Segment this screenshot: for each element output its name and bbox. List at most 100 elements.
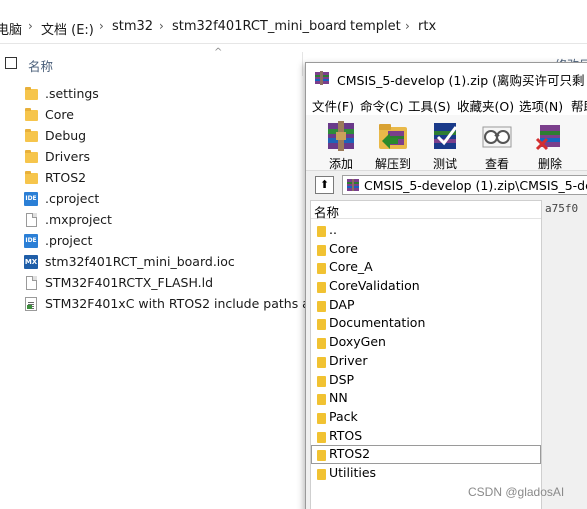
list-item[interactable]: DoxyGen — [311, 333, 541, 352]
item-name: NN — [329, 390, 348, 406]
folder-icon — [317, 431, 326, 443]
folder-icon — [317, 244, 326, 256]
item-name: Documentation — [329, 315, 426, 331]
winrar-logo-icon — [315, 71, 329, 85]
folder-icon — [317, 282, 326, 294]
file-name: Debug — [45, 128, 87, 143]
folder-icon — [25, 108, 38, 121]
delete-button[interactable]: 删除 — [522, 117, 578, 171]
hex-preview: a75f0 — [545, 202, 579, 215]
list-item[interactable]: CoreValidation — [311, 277, 541, 296]
sort-up-icon: ^ — [214, 47, 223, 58]
list-item[interactable]: DAP — [311, 296, 541, 315]
item-name: RTOS2 — [329, 446, 371, 462]
list-item[interactable]: Core — [311, 240, 541, 259]
list-item[interactable]: Debug — [22, 126, 322, 147]
select-all-checkbox[interactable] — [5, 57, 17, 69]
chevron-right-icon[interactable]: › — [337, 19, 342, 33]
item-name: .. — [329, 222, 337, 237]
path-field[interactable]: CMSIS_5-develop (1).zip\CMSIS_5-deve — [342, 175, 587, 195]
list-item[interactable]: Driver — [311, 352, 541, 371]
breadcrumb-item[interactable]: rtx — [418, 19, 436, 34]
item-name: Driver — [329, 352, 368, 368]
chevron-right-icon[interactable]: › — [28, 19, 33, 33]
menu-help[interactable]: 帮助 — [571, 96, 587, 115]
list-item[interactable]: .. — [311, 221, 541, 240]
chevron-right-icon[interactable]: › — [405, 19, 410, 33]
list-item-selected[interactable]: RTOS2 — [311, 445, 541, 464]
chevron-right-icon[interactable]: › — [159, 19, 164, 33]
watermark: CSDN @gladosAI — [468, 485, 565, 499]
breadcrumb-item[interactable]: templet — [350, 19, 401, 34]
up-folder-button[interactable]: ⬆ — [315, 176, 334, 194]
file-name: stm32f401RCT_mini_board.ioc — [45, 254, 235, 269]
comment-panel: a75f0 — [542, 200, 587, 509]
find-button[interactable] — [574, 117, 587, 171]
list-item[interactable]: IDE .project — [22, 231, 322, 252]
extract-to-button[interactable]: 解压到 — [365, 117, 421, 171]
chevron-right-icon[interactable]: › — [99, 19, 104, 33]
file-name: Drivers — [45, 149, 90, 164]
list-item[interactable]: Core — [22, 105, 322, 126]
item-name: DSP — [329, 371, 355, 387]
file-icon — [26, 276, 37, 290]
folder-icon — [317, 450, 326, 462]
column-name-header[interactable]: 名称 — [28, 56, 53, 75]
folder-icon — [317, 412, 326, 424]
list-item[interactable]: STM32F401xC with RTOS2 include paths and — [22, 294, 326, 315]
menu-file[interactable]: 文件(F) — [312, 96, 354, 115]
mx-file-icon: MX — [24, 255, 38, 269]
test-button[interactable]: 测试 — [417, 117, 473, 171]
test-archive-icon — [434, 123, 458, 149]
item-name: DoxyGen — [329, 334, 386, 350]
list-item[interactable]: Drivers — [22, 147, 322, 168]
breadcrumb-item[interactable]: stm32f401RCT_mini_board — [172, 19, 347, 34]
menu-favorites[interactable]: 收藏夹(O) — [457, 96, 514, 115]
title-bar[interactable]: CMSIS_5-develop (1).zip (离购买许可只剩 18 — [306, 63, 587, 93]
file-list: .settings Core Debug Drivers RTOS2 IDE .… — [22, 84, 326, 315]
menu-command[interactable]: 命令(C) — [360, 96, 403, 115]
file-name: RTOS2 — [45, 170, 87, 185]
list-header[interactable]: 名称 — [311, 201, 541, 221]
view-button[interactable]: 查看 — [469, 117, 525, 171]
breadcrumb[interactable]: 电脑 › 文档 (E:) › stm32 › stm32f401RCT_mini… — [0, 10, 587, 44]
folder-icon — [25, 171, 38, 184]
list-item[interactable]: STM32F401RCTX_FLASH.ld — [22, 273, 322, 294]
list-item[interactable]: .mxproject — [22, 210, 322, 231]
list-item[interactable]: MX stm32f401RCT_mini_board.ioc — [22, 252, 322, 273]
list-item[interactable]: DSP — [311, 371, 541, 390]
menu-options[interactable]: 选项(N) — [519, 96, 563, 115]
list-item[interactable]: NN — [311, 389, 541, 408]
menu-tools[interactable]: 工具(S) — [408, 96, 451, 115]
list-item[interactable]: Core_A — [311, 258, 541, 277]
folder-icon — [317, 319, 326, 331]
folder-icon — [25, 129, 38, 142]
archive-file-list: 名称 .. Core Core_A CoreValidation DAP Doc… — [310, 200, 542, 509]
list-item[interactable]: RTOS — [311, 427, 541, 446]
folder-icon — [317, 356, 326, 368]
winrar-window[interactable]: CMSIS_5-develop (1).zip (离购买许可只剩 18 文件(F… — [305, 62, 587, 509]
extract-to-label: 解压到 — [374, 157, 411, 171]
breadcrumb-item[interactable]: stm32 — [112, 19, 153, 34]
list-item[interactable]: RTOS2 — [22, 168, 322, 189]
file-name: .settings — [45, 86, 99, 101]
ide-file-icon: IDE — [24, 192, 38, 206]
list-item[interactable]: .settings — [22, 84, 322, 105]
list-item[interactable]: Utilities — [311, 464, 541, 483]
folder-icon — [25, 87, 38, 100]
column-name-header[interactable]: 名称 — [314, 202, 339, 221]
column-divider[interactable] — [302, 52, 303, 76]
list-item[interactable]: Documentation — [311, 314, 541, 333]
text-file-icon — [25, 297, 37, 311]
list-item[interactable]: IDE .cproject — [22, 189, 322, 210]
file-name: STM32F401RCTX_FLASH.ld — [45, 275, 214, 290]
file-name: .cproject — [45, 191, 100, 206]
delete-label: 删除 — [537, 157, 562, 171]
view-glasses-icon — [482, 126, 512, 148]
list-item[interactable]: Pack — [311, 408, 541, 427]
folder-icon — [317, 226, 326, 237]
file-name: STM32F401xC with RTOS2 include paths and — [45, 296, 326, 311]
add-button[interactable]: 添加 — [313, 117, 369, 171]
breadcrumb-item[interactable]: 文档 (E:) — [41, 19, 94, 38]
breadcrumb-item[interactable]: 电脑 — [0, 19, 22, 38]
